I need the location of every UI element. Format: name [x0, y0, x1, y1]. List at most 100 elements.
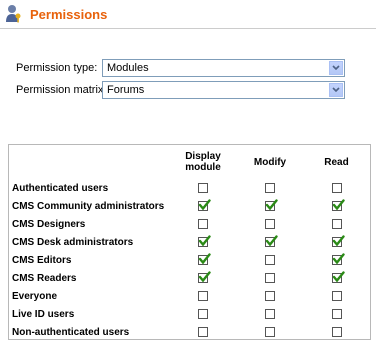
unchecked-checkbox[interactable] [265, 327, 275, 338]
unchecked-checkbox[interactable] [265, 291, 275, 302]
unchecked-checkbox[interactable] [198, 309, 208, 320]
permission-cell [169, 215, 237, 233]
permission-matrix-table: Display module Modify Read Authenticated… [8, 144, 371, 340]
checkmark-icon [198, 235, 211, 247]
permission-cell [237, 197, 303, 215]
permission-cell [303, 251, 370, 269]
chevron-down-icon[interactable] [329, 83, 343, 97]
permission-cell [237, 251, 303, 269]
permission-cell [169, 179, 237, 197]
table-row: CMS Desk administrators [9, 233, 370, 251]
table-header-row: Display module Modify Read [9, 145, 370, 179]
unchecked-checkbox[interactable] [198, 183, 208, 194]
table-row: Non-authenticated users [9, 323, 370, 341]
page-title: Permissions [30, 6, 108, 22]
chevron-down-icon[interactable] [329, 61, 343, 75]
unchecked-checkbox[interactable] [331, 291, 342, 302]
role-name: CMS Editors [12, 254, 72, 266]
permission-type-row: Permission type: Modules [16, 59, 345, 77]
permission-cell [303, 305, 370, 323]
role-name: Authenticated users [12, 182, 109, 194]
unchecked-checkbox[interactable] [265, 183, 275, 194]
permission-type-label: Permission type: [16, 62, 98, 74]
permission-matrix-value: Forums [107, 84, 145, 96]
role-name: CMS Designers [12, 218, 86, 230]
permission-cell [303, 287, 370, 305]
column-header-display-module: Display module [185, 151, 221, 173]
permission-cell [303, 323, 370, 341]
permission-matrix-select[interactable]: Forums [102, 81, 345, 99]
checkmark-icon [265, 235, 278, 247]
table-row: CMS Readers [9, 269, 370, 287]
checkmark-icon [265, 199, 278, 211]
unchecked-checkbox[interactable] [265, 219, 275, 230]
unchecked-checkbox[interactable] [265, 255, 275, 266]
checkmark-icon [332, 253, 345, 265]
checked-checkbox[interactable] [265, 199, 278, 212]
permission-cell [237, 323, 303, 341]
permission-cell [237, 215, 303, 233]
header-divider [0, 28, 376, 29]
role-name: CMS Desk administrators [12, 236, 134, 248]
permission-cell [237, 233, 303, 251]
unchecked-checkbox[interactable] [198, 219, 208, 230]
permission-matrix-label: Permission matrix: [16, 84, 107, 96]
checkmark-icon [198, 199, 211, 211]
unchecked-checkbox[interactable] [265, 273, 275, 284]
checked-checkbox[interactable] [198, 235, 211, 248]
unchecked-checkbox[interactable] [265, 309, 275, 320]
unchecked-checkbox[interactable] [331, 327, 342, 338]
permission-cell [169, 251, 237, 269]
table-row: Authenticated users [9, 179, 370, 197]
permission-cell [303, 179, 370, 197]
checked-checkbox[interactable] [198, 199, 211, 212]
checkmark-icon [332, 235, 345, 247]
permission-cell [169, 269, 237, 287]
permission-cell [169, 197, 237, 215]
checkmark-icon [332, 199, 345, 211]
checkmark-icon [332, 271, 345, 283]
table-row: Live ID users [9, 305, 370, 323]
permission-cell [303, 269, 370, 287]
permission-cell [169, 287, 237, 305]
permission-cell [169, 233, 237, 251]
checked-checkbox[interactable] [331, 271, 345, 284]
unchecked-checkbox[interactable] [198, 327, 208, 338]
role-name: CMS Community administrators [12, 200, 165, 212]
checked-checkbox[interactable] [198, 253, 211, 266]
table-row: CMS Designers [9, 215, 370, 233]
table-row: CMS Community administrators [9, 197, 370, 215]
user-key-icon [6, 5, 21, 23]
unchecked-checkbox[interactable] [198, 291, 208, 302]
unchecked-checkbox[interactable] [331, 309, 342, 320]
unchecked-checkbox[interactable] [331, 219, 342, 230]
column-header-read: Read [324, 156, 349, 168]
permission-cell [303, 197, 370, 215]
unchecked-checkbox[interactable] [331, 183, 342, 194]
table-row: CMS Editors [9, 251, 370, 269]
role-name: Live ID users [12, 308, 75, 320]
permission-cell [303, 215, 370, 233]
checked-checkbox[interactable] [265, 235, 278, 248]
permission-cell [237, 269, 303, 287]
permission-type-value: Modules [107, 62, 149, 74]
page-header: Permissions [4, 3, 107, 25]
checked-checkbox[interactable] [331, 199, 345, 212]
column-header-modify: Modify [253, 156, 287, 168]
role-name: Non-authenticated users [12, 326, 130, 338]
permission-matrix-row: Permission matrix: Forums [16, 81, 345, 99]
checked-checkbox[interactable] [331, 235, 345, 248]
permission-type-select[interactable]: Modules [102, 59, 345, 77]
checked-checkbox[interactable] [331, 253, 345, 266]
permission-cell [169, 323, 237, 341]
permission-cell [169, 305, 237, 323]
checkmark-icon [198, 253, 211, 265]
role-name: Everyone [12, 290, 58, 302]
permission-cell [237, 179, 303, 197]
checkmark-icon [198, 271, 211, 283]
permission-cell [237, 287, 303, 305]
role-column-header [9, 145, 169, 179]
table-row: Everyone [9, 287, 370, 305]
checked-checkbox[interactable] [198, 271, 211, 284]
permission-cell [303, 233, 370, 251]
